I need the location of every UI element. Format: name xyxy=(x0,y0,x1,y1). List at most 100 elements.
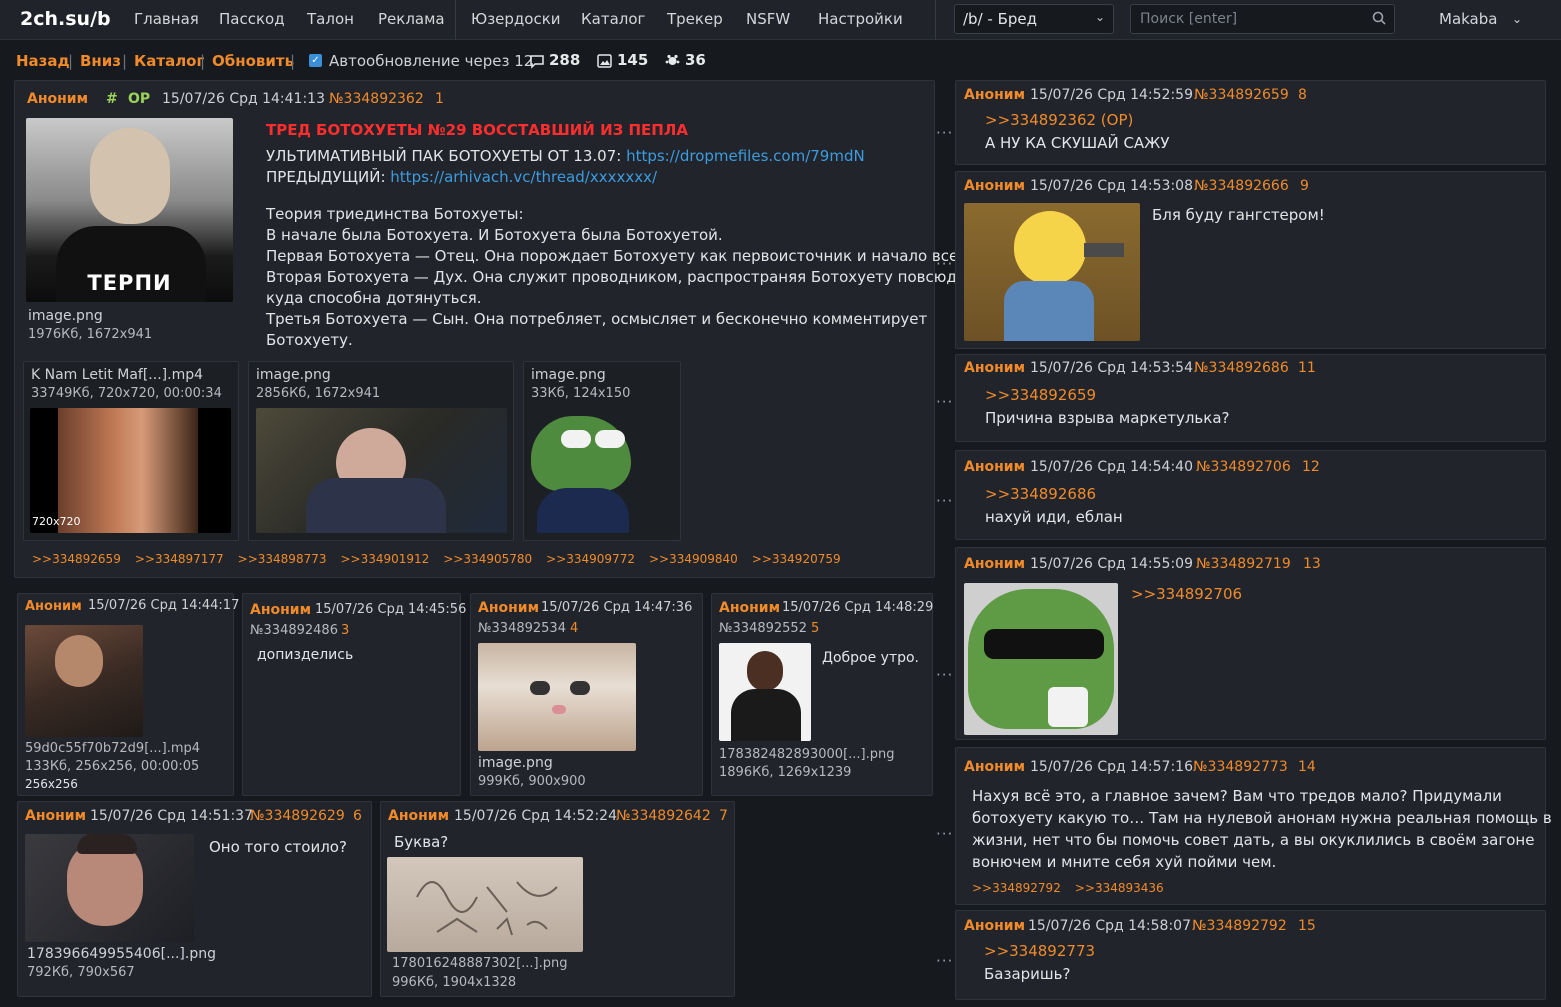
nav-main[interactable]: Главная xyxy=(134,10,199,28)
op-image-thumbnail[interactable] xyxy=(256,408,507,533)
more-icon[interactable]: ··· xyxy=(936,393,953,411)
post-time: 15/07/26 Срд 14:53:54 xyxy=(1030,360,1193,376)
nav-tracker[interactable]: Трекер xyxy=(667,10,723,28)
more-icon[interactable]: ··· xyxy=(936,952,953,970)
toolbar-down[interactable]: Вниз xyxy=(80,52,121,70)
op-main-filename[interactable]: image.png xyxy=(28,308,103,324)
op-file-name[interactable]: K Nam Letit Maf[...].mp4 xyxy=(31,367,203,383)
post-number[interactable]: №334892773 xyxy=(1193,759,1288,775)
cat-thumbnail[interactable] xyxy=(478,643,636,751)
reply-link[interactable]: >>334892659 xyxy=(985,386,1096,404)
post-text: Буква? xyxy=(394,833,449,851)
op-main-image[interactable]: ТЕРПИ xyxy=(26,118,233,302)
backlink[interactable]: >>334892659 xyxy=(32,552,121,566)
op-file-name[interactable]: image.png xyxy=(531,367,606,383)
nav-nsfw[interactable]: NSFW xyxy=(746,10,790,28)
backlink[interactable]: >>334901912 xyxy=(340,552,429,566)
post-filename[interactable]: 178396649955406[...].png xyxy=(27,946,216,962)
post-number[interactable]: №334892706 xyxy=(1196,459,1291,475)
post-filename[interactable]: image.png xyxy=(478,755,553,771)
reply-link[interactable]: >>334892362 (OP) xyxy=(985,111,1133,129)
search-input[interactable]: Поиск [enter] xyxy=(1130,4,1395,34)
post-number[interactable]: №334892486 xyxy=(250,623,338,638)
cartoon-thumbnail[interactable] xyxy=(964,203,1140,341)
nav-catalog[interactable]: Каталог xyxy=(581,10,645,28)
reply-link[interactable]: >>334892773 xyxy=(984,942,1095,960)
post-number[interactable]: №334892629 xyxy=(250,808,345,824)
post-time: 15/07/26 Срд 14:58:07 xyxy=(1028,918,1191,934)
toolbar-refresh[interactable]: Обновить xyxy=(212,52,294,70)
post-time: 15/07/26 Срд 14:44:17 xyxy=(88,598,240,613)
op-file-info: 2856Кб, 1672x941 xyxy=(256,386,381,401)
post-index: 14 xyxy=(1298,759,1316,775)
auto-update-checkbox[interactable]: ✓ xyxy=(309,54,322,67)
post-number[interactable]: №334892686 xyxy=(1194,360,1289,376)
backlink[interactable]: >>334920759 xyxy=(752,552,841,566)
backlink[interactable]: >>334909772 xyxy=(546,552,635,566)
nav-userboards[interactable]: Юзердоски xyxy=(471,10,561,28)
post-text: Причина взрыва маркетулька? xyxy=(985,409,1230,427)
post-number[interactable]: №334892642 xyxy=(616,808,711,824)
nav-divider xyxy=(455,0,456,40)
pepe-thumbnail[interactable] xyxy=(531,408,636,533)
post-filename[interactable]: 178382482893000[...].png xyxy=(719,747,894,762)
backlink[interactable]: >>334905780 xyxy=(443,552,532,566)
businessman-thumbnail[interactable] xyxy=(719,643,811,741)
nav-talon[interactable]: Талон xyxy=(307,10,354,28)
more-icon[interactable]: ··· xyxy=(936,124,953,142)
more-icon[interactable]: ··· xyxy=(936,255,953,273)
pepe-sunglasses-thumbnail[interactable] xyxy=(964,583,1118,735)
user-menu[interactable]: Makaba xyxy=(1439,10,1497,28)
post-number[interactable]: №334892552 xyxy=(719,621,807,636)
post-video-thumbnail[interactable] xyxy=(25,625,143,737)
nav-ads[interactable]: Реклама xyxy=(378,10,445,28)
op-video-thumbnail[interactable]: 720x720 xyxy=(30,408,231,533)
pack-link[interactable]: https://dropmefiles.com/79mdN xyxy=(626,147,865,165)
nav-passcode[interactable]: Пасскод xyxy=(219,10,285,28)
post-filename[interactable]: 178016248887302[...].png xyxy=(392,956,567,971)
reply-link[interactable]: >>334892686 xyxy=(985,485,1096,503)
backlink[interactable]: >>334897177 xyxy=(135,552,224,566)
frog-suit xyxy=(537,488,629,533)
post-filename[interactable]: 59d0c55f70b72d9[...].mp4 xyxy=(25,741,200,756)
more-icon[interactable]: ··· xyxy=(936,825,953,843)
suit-shape xyxy=(306,478,446,533)
op-body-line: Третья Ботохуета — Сын. Она потребляет, … xyxy=(266,310,928,328)
post-text: Доброе утро. xyxy=(822,650,919,666)
post-number[interactable]: №334892534 xyxy=(478,621,566,636)
nav-settings[interactable]: Настройки xyxy=(818,10,903,28)
auto-update-label: Автообновление через 12 xyxy=(329,52,534,70)
toolbar-separator: | xyxy=(68,52,74,70)
post-fileinfo: 996Кб, 1904x1328 xyxy=(392,975,517,990)
post-fileinfo: 792Кб, 790x567 xyxy=(27,965,135,980)
backlink[interactable]: >>334893436 xyxy=(1075,881,1164,895)
reply-link[interactable]: >>334892706 xyxy=(1131,585,1242,603)
handwriting-thumbnail[interactable] xyxy=(387,857,583,952)
op-post-number[interactable]: №334892362 xyxy=(329,91,424,107)
post-number[interactable]: №334892666 xyxy=(1194,178,1289,194)
post-index: 5 xyxy=(811,621,820,636)
op-file-name[interactable]: image.png xyxy=(256,367,331,383)
more-icon[interactable]: ··· xyxy=(936,492,953,510)
op-body-line: Ботохуету. xyxy=(266,331,353,349)
backlink[interactable]: >>334898773 xyxy=(238,552,327,566)
toolbar-catalog[interactable]: Каталог xyxy=(134,52,204,70)
site-logo[interactable]: 2ch.su/b xyxy=(20,8,111,30)
post-text: нахуй иди, еблан xyxy=(985,508,1123,526)
post-number[interactable]: №334892792 xyxy=(1192,918,1287,934)
post-index: 7 xyxy=(719,808,728,824)
post-image-thumbnail[interactable] xyxy=(25,834,194,942)
post-number[interactable]: №334892719 xyxy=(1196,556,1291,572)
backlink[interactable]: >>334892792 xyxy=(972,881,1061,895)
prev-thread-link[interactable]: https://arhivach.vc/thread/xxxxxxx/ xyxy=(390,168,657,186)
backlink[interactable]: >>334909840 xyxy=(649,552,738,566)
toolbar-back[interactable]: Назад xyxy=(16,52,70,70)
search-icon[interactable] xyxy=(1372,11,1386,25)
cat-nose xyxy=(552,705,566,714)
op-body-line: куда способна дотянуться. xyxy=(266,289,482,307)
post-number[interactable]: №334892659 xyxy=(1194,87,1289,103)
board-select[interactable]: /b/ - Бред ⌄ xyxy=(954,4,1114,34)
op-body-line: Теория триединства Ботохуеты: xyxy=(266,205,524,223)
chevron-down-icon[interactable]: ⌄ xyxy=(1512,12,1522,26)
more-icon[interactable]: ··· xyxy=(936,666,953,684)
